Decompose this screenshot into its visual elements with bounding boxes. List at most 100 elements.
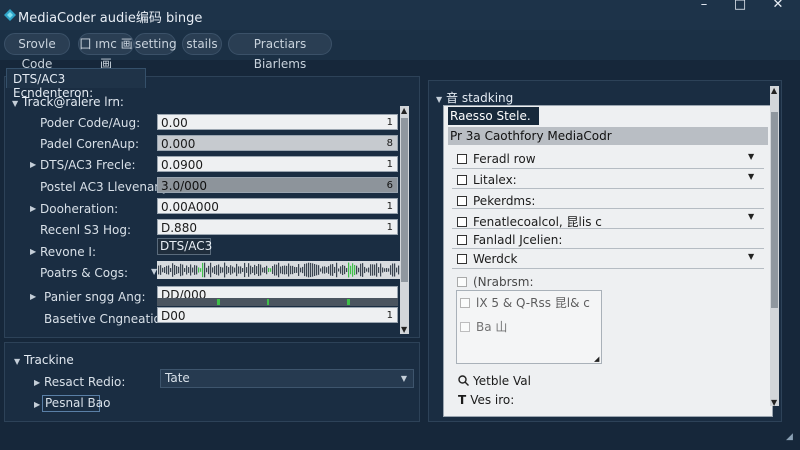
toolbar-button-source-code[interactable]: Srovle Code	[4, 33, 70, 71]
field-stepper[interactable]: 1	[387, 199, 393, 215]
waveform-sample	[248, 263, 250, 277]
expand-arrow-icon[interactable]: ▶	[34, 378, 40, 387]
list-item[interactable]: Feradl row	[457, 152, 536, 166]
checkbox[interactable]	[457, 217, 467, 227]
field-input[interactable]: 3.0/000 6	[157, 177, 398, 193]
toolbar-button-images[interactable]: 囗 ımc 画画	[78, 33, 134, 71]
audio-waveform[interactable]	[157, 261, 400, 279]
field-stepper[interactable]: 6	[387, 178, 393, 194]
version-row[interactable]: T Ves iro:	[458, 393, 514, 407]
section-stacking[interactable]: ▼ 音 stadking	[436, 89, 513, 106]
waveform-sample	[192, 267, 194, 273]
waveform-sample	[316, 264, 318, 276]
toolbar-button-stails[interactable]: stails	[182, 33, 222, 55]
expand-arrow-icon[interactable]: ▶	[34, 400, 40, 409]
waveform-sample	[296, 267, 298, 273]
checkbox[interactable]	[457, 196, 467, 206]
field-stepper[interactable]: 8	[387, 136, 393, 152]
waveform-sample	[280, 266, 282, 274]
expand-arrow-icon[interactable]: ▶	[30, 292, 36, 301]
checkbox[interactable]	[457, 235, 467, 245]
scroll-up-icon[interactable]: ▲	[401, 106, 407, 115]
checkbox[interactable]	[460, 322, 470, 332]
list-item[interactable]: Litalex:	[457, 173, 517, 187]
chevron-down-icon[interactable]: ▼	[748, 252, 754, 261]
expand-arrow-icon: ▼	[436, 95, 443, 104]
field-stepper[interactable]: 1	[387, 308, 393, 324]
section-tracking[interactable]: ▼ Trackine	[14, 353, 74, 367]
scroll-down-icon[interactable]: ▼	[401, 325, 407, 334]
waveform-sample	[240, 266, 242, 274]
selected-preset[interactable]: Raesso Stele.	[448, 107, 539, 125]
nested-list-item[interactable]: Ba 山	[460, 318, 507, 335]
list-subheader: Pr 3a Caothfory MediaCodr	[448, 127, 768, 145]
resize-grip-icon[interactable]: ◢	[594, 355, 599, 363]
close-button[interactable]: ✕	[762, 0, 794, 14]
field-input[interactable]: 0.00A000 1	[157, 198, 398, 214]
text-tool-icon: T	[458, 393, 467, 407]
chevron-down-icon[interactable]: ▼	[748, 152, 754, 161]
field-stepper[interactable]: 1	[387, 115, 393, 131]
window-resize-grip-icon[interactable]: ◢	[786, 432, 793, 442]
title-bar: MediaCoder audie编码 binge – □ ✕	[0, 0, 800, 30]
waveform-sample	[232, 266, 234, 274]
waveform-sample	[278, 262, 280, 278]
resact-radio-select[interactable]: Tate ▼	[160, 369, 414, 388]
list-item[interactable]: Pekerdms:	[457, 194, 535, 208]
expand-arrow-icon[interactable]: ▶	[30, 160, 36, 169]
section-track-parameters[interactable]: ▼ Track@ralere lrn:	[12, 95, 124, 109]
checkbox[interactable]	[457, 254, 467, 264]
list-item-label: Pekerdms:	[473, 194, 536, 208]
field-stepper[interactable]: 1	[387, 157, 393, 173]
checkbox[interactable]	[457, 154, 467, 164]
waveform-sample	[220, 266, 222, 274]
waveform-sample	[170, 268, 172, 272]
list-item[interactable]: (Nrabrsm:	[457, 275, 533, 289]
list-item-label: Fenatlecoalcol, 昆lis c	[473, 215, 602, 229]
scrollbar-thumb[interactable]	[401, 118, 408, 282]
checkbox[interactable]	[457, 175, 467, 185]
checkbox[interactable]	[457, 277, 467, 287]
waveform-sample	[314, 264, 316, 276]
list-item[interactable]: Fanladl Jcelien:	[457, 233, 562, 247]
row-label: Postel AC3 Llevenany:	[40, 180, 173, 194]
field-stepper[interactable]: 1	[387, 220, 393, 236]
chevron-down-icon[interactable]: ▼	[748, 172, 754, 181]
nested-list-item[interactable]: lX 5 & Q-Rss 昆l& c	[460, 294, 590, 311]
row-label[interactable]: Pesnal Bao	[42, 395, 110, 412]
scroll-up-icon[interactable]: ▲	[771, 86, 777, 95]
divider	[452, 188, 764, 189]
chevron-down-icon[interactable]: ▼	[748, 212, 754, 221]
waveform-sample	[312, 263, 314, 277]
checkbox[interactable]	[460, 298, 470, 308]
field-value: D.880	[161, 221, 197, 235]
field-input[interactable]: 0.00 1	[157, 114, 398, 130]
tab-dts-ac3-encoder[interactable]: DTS/AC3 Ecndenteron:	[6, 68, 146, 100]
minimize-button[interactable]: –	[688, 0, 720, 14]
scroll-down-icon[interactable]: ▼	[771, 398, 777, 407]
codec-label-box[interactable]: DTS/AC3	[157, 238, 212, 255]
field-input[interactable]: D00 1	[157, 307, 398, 323]
waveform-sample	[206, 267, 208, 273]
field-input[interactable]: 0.0900 1	[157, 156, 398, 172]
waveform-sample	[358, 267, 360, 273]
waveform-sample	[274, 264, 276, 276]
field-input[interactable]: D.880 1	[157, 219, 398, 235]
waveform-sample	[184, 268, 186, 272]
toolbar-button-practice-problems[interactable]: Practiars Biarlems	[228, 33, 332, 71]
expand-arrow-icon[interactable]: ▶	[30, 204, 36, 213]
waveform-sample	[204, 262, 206, 278]
search-row[interactable]: Yetble Val	[458, 374, 531, 388]
expand-arrow-icon[interactable]: ▶	[30, 247, 36, 256]
waveform-sample	[344, 265, 346, 275]
toolbar-button-setting[interactable]: setting	[134, 33, 177, 55]
field-input[interactable]: 0.000 8	[157, 135, 398, 151]
scrollbar-thumb[interactable]	[771, 112, 778, 308]
list-item[interactable]: Fenatlecoalcol, 昆lis c	[457, 213, 602, 230]
waveform-sample	[164, 267, 166, 273]
waveform-sample	[306, 263, 308, 277]
list-item[interactable]: Werdck	[457, 252, 517, 266]
maximize-button[interactable]: □	[724, 0, 756, 14]
waveform-sample	[260, 264, 262, 276]
waveform-sample	[222, 267, 224, 273]
